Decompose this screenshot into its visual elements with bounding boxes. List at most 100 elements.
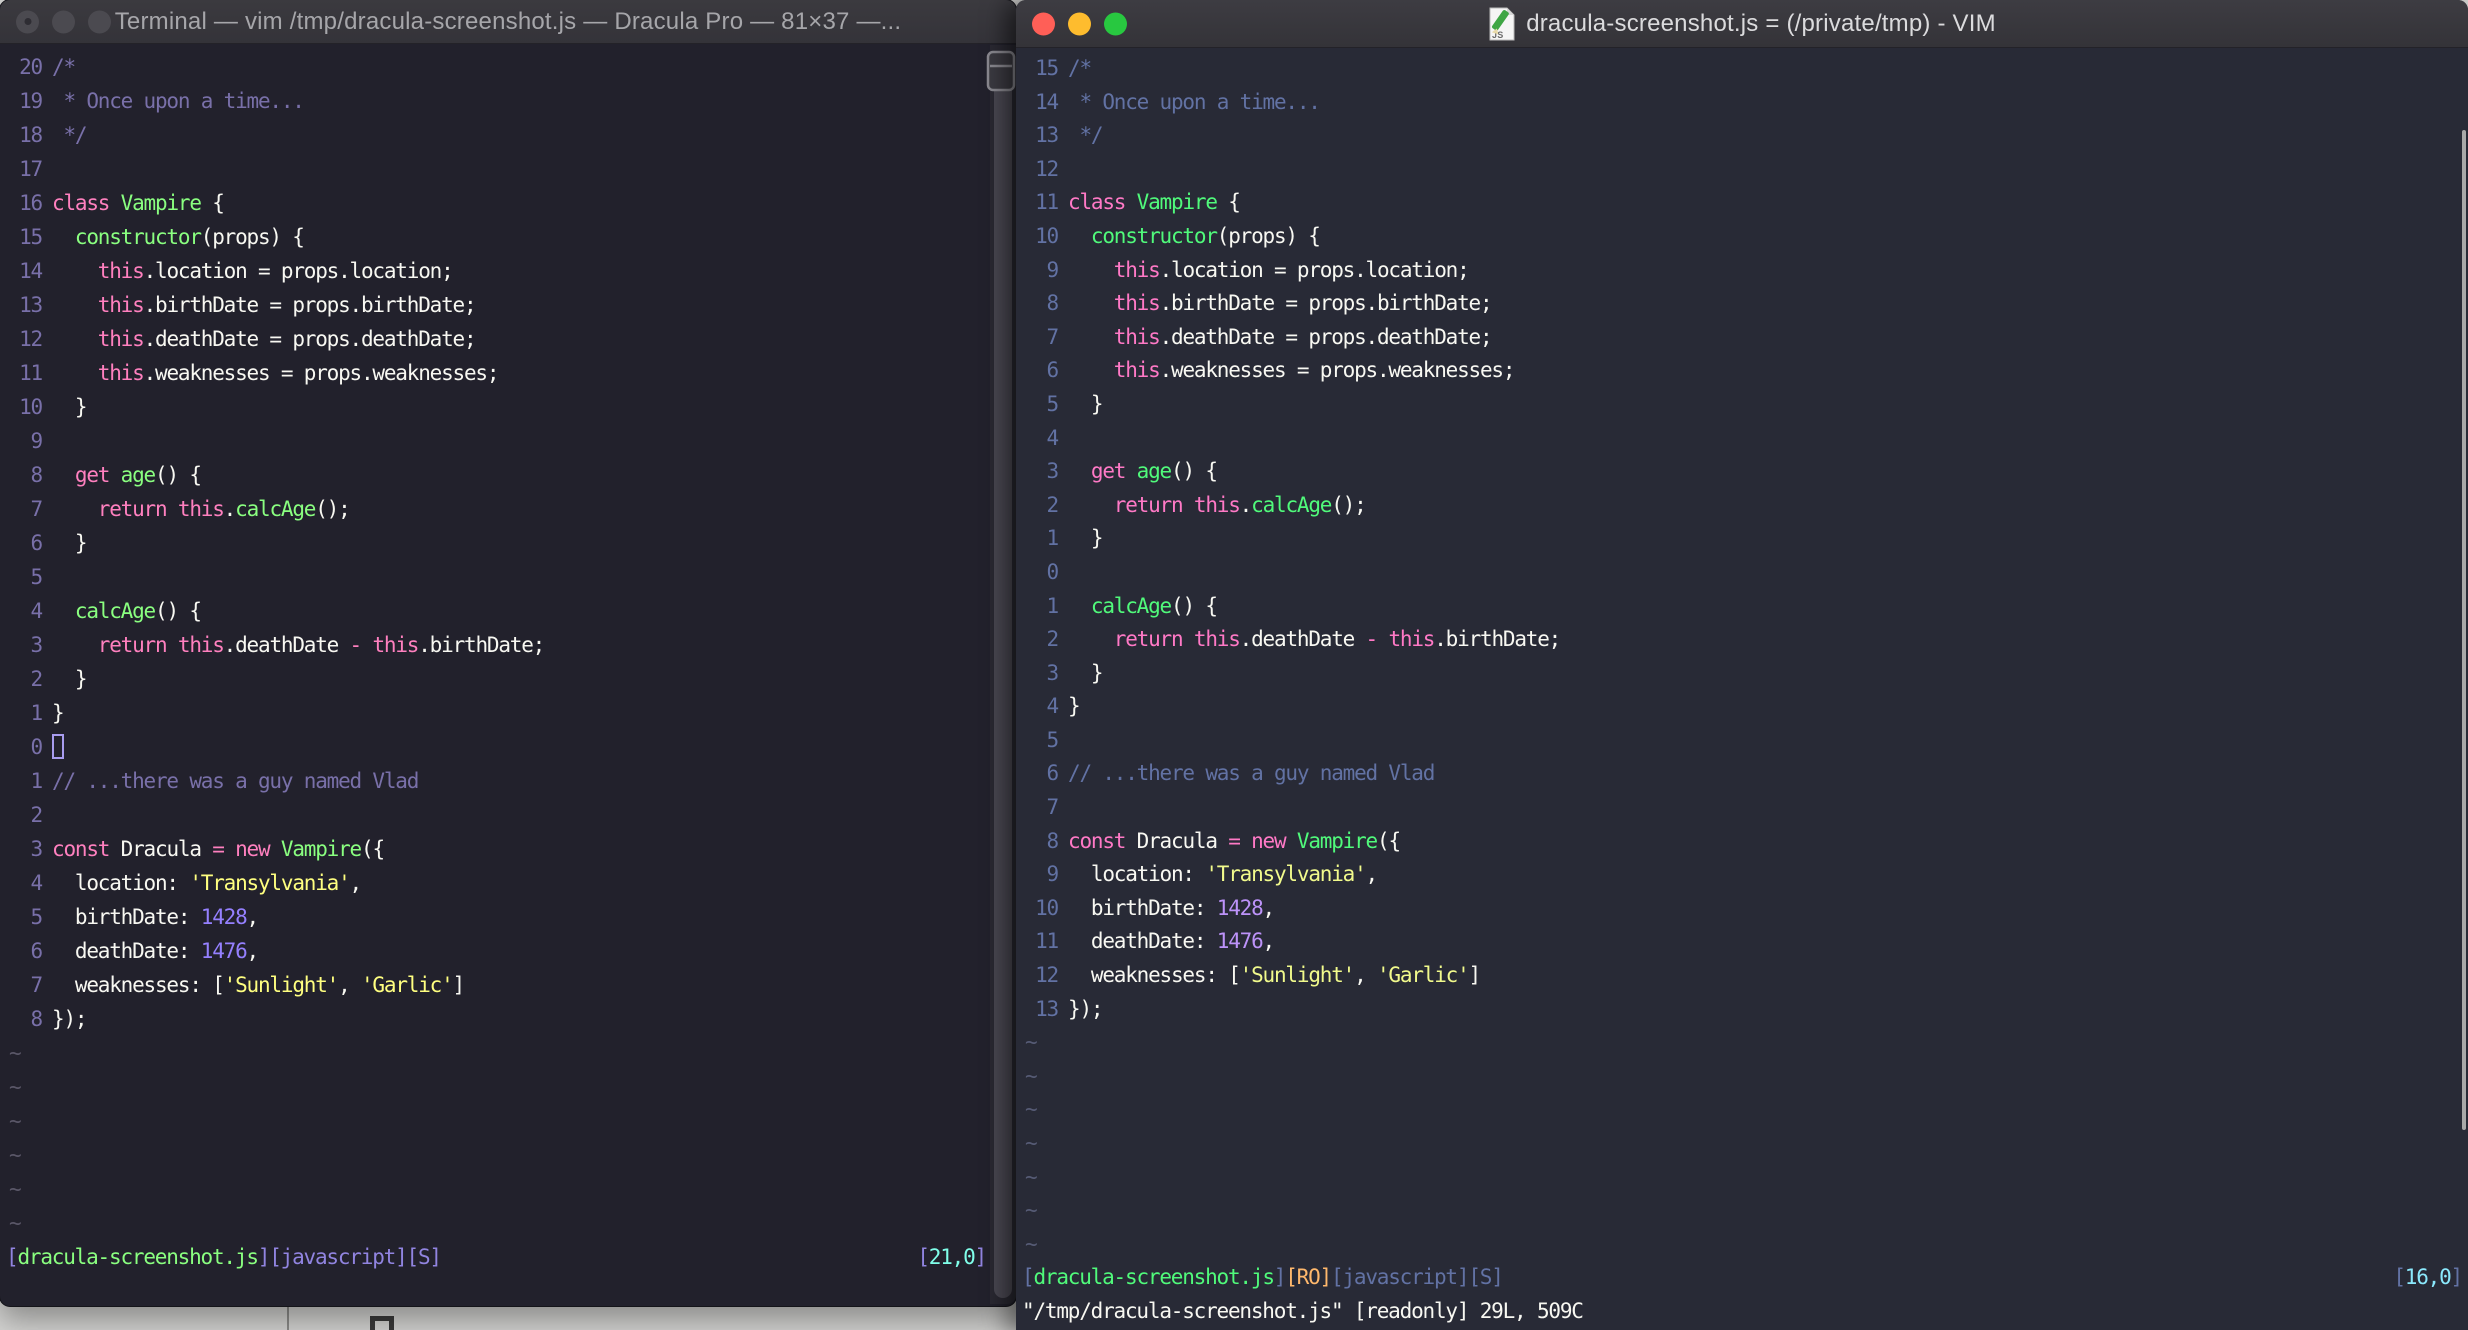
- code-token: Vampire: [120, 191, 213, 215]
- code-line: 15 constructor(props) {: [0, 220, 1016, 254]
- code-token: .birthDate;: [1434, 627, 1561, 652]
- zoom-button[interactable]: [88, 10, 111, 33]
- code-line: 14 this.location = props.location;: [0, 254, 1016, 288]
- code-line: 9 this.location = props.location;: [1016, 254, 2468, 288]
- split-pane-icon[interactable]: [986, 48, 1016, 94]
- code-token: .birthDate = props.birthDate;: [143, 293, 477, 317]
- code-token: weaknesses: [: [52, 973, 225, 997]
- vim-buffer-left[interactable]: 20/* 19 * Once upon a time... 18 */17 16 cla…: [0, 44, 1016, 1306]
- code-token: location:: [52, 871, 190, 895]
- code-token: location:: [1068, 862, 1206, 887]
- code-token: }: [1068, 526, 1104, 551]
- code-line: 12 weaknesses: ['Sunlight', 'Garlic']: [1016, 959, 2468, 993]
- statusline-cursor-position: [16,0]: [2393, 1261, 2463, 1295]
- code-token: ]: [452, 973, 466, 997]
- traffic-light-buttons: [16, 10, 111, 33]
- line-number: 6: [1046, 761, 1060, 786]
- code-token: .: [223, 497, 237, 521]
- line-number: 1: [30, 701, 44, 725]
- code-token: this: [1193, 492, 1241, 517]
- line-number: 9: [30, 429, 44, 453]
- code-token: return: [97, 633, 178, 657]
- line-number: 6: [1046, 358, 1060, 383]
- code-token: Dracula: [120, 837, 213, 861]
- code-token: 1428: [1216, 895, 1264, 920]
- code-token: weaknesses: [: [1068, 963, 1241, 988]
- code-token: class: [1068, 190, 1137, 215]
- macvim-titlebar[interactable]: JS dracula-screenshot.js = (/private/tmp…: [1016, 0, 2468, 48]
- line-number: 2: [30, 803, 44, 827]
- code-token: }: [1068, 391, 1104, 416]
- code-token: .birthDate = props.birthDate;: [1159, 291, 1493, 316]
- code-token: dracula-screenshot.js: [17, 1245, 259, 1269]
- code-token: * Once upon a time...: [52, 89, 305, 113]
- code-line: 7: [1016, 791, 2468, 825]
- code-token: this: [97, 361, 145, 385]
- code-token: ();: [1331, 492, 1367, 517]
- line-number: 15: [19, 225, 43, 249]
- code-line: 10 birthDate: 1428,: [1016, 892, 2468, 926]
- code-token: (props) {: [200, 225, 305, 249]
- code-token: get: [1090, 459, 1137, 484]
- code-token: ({: [361, 837, 385, 861]
- code-token: const: [1068, 828, 1137, 853]
- code-line: 12 this.deathDate = props.deathDate;: [0, 322, 1016, 356]
- close-button[interactable]: [16, 10, 39, 33]
- tilde-line: ~: [1025, 1131, 1038, 1155]
- traffic-light-buttons: [1032, 12, 1127, 35]
- line-number: 5: [30, 905, 44, 929]
- terminal-scrollbar-thumb[interactable]: [994, 60, 1012, 1298]
- line-number: 13: [1035, 123, 1059, 148]
- code-line: 17: [0, 152, 1016, 186]
- code-line: 19 * Once upon a time...: [0, 84, 1016, 118]
- code-token: 'Sunlight': [223, 973, 340, 997]
- code-token: 'Transylvania': [189, 871, 350, 895]
- zoom-button[interactable]: [1104, 12, 1127, 35]
- code-line: 3 const Dracula = new Vampire({: [0, 832, 1016, 866]
- code-token: calcAge: [235, 497, 316, 521]
- code-token: deathDate:: [52, 939, 201, 963]
- window-title: Terminal — vim /tmp/dracula-screenshot.j…: [114, 7, 902, 35]
- code-line: 20 /*: [0, 50, 1016, 84]
- code-token: .deathDate: [1239, 627, 1366, 652]
- code-token: /*: [1068, 56, 1092, 80]
- code-token: ]: [1468, 963, 1482, 988]
- line-number: 0: [1046, 559, 1060, 584]
- code-token: age: [1136, 459, 1173, 484]
- background-window-text-fragment: [370, 1316, 394, 1330]
- line-number: 0: [30, 735, 44, 759]
- line-number: 14: [1035, 89, 1059, 114]
- line-number: 7: [1046, 324, 1060, 349]
- code-token: .deathDate = props.deathDate;: [143, 327, 477, 351]
- line-number: 10: [1035, 223, 1059, 248]
- code-token: get: [74, 463, 121, 487]
- code-line: 2 }: [0, 662, 1016, 696]
- macvim-scrollbar[interactable]: [2462, 130, 2466, 1130]
- code-token: .birthDate;: [418, 633, 545, 657]
- code-token: () {: [155, 463, 202, 487]
- terminal-titlebar[interactable]: Terminal — vim /tmp/dracula-screenshot.j…: [0, 0, 1016, 44]
- code-line: 6 deathDate: 1476,: [0, 934, 1016, 968]
- code-line: 4 location: 'Transylvania',: [0, 866, 1016, 900]
- line-number: 8: [30, 1007, 44, 1031]
- vim-buffer-right[interactable]: 15/* 14 * Once upon a time... 13 */12 11 cla…: [1016, 48, 2468, 1330]
- code-line: 9: [0, 424, 1016, 458]
- minimize-button[interactable]: [1068, 12, 1091, 35]
- line-number: 3: [30, 633, 44, 657]
- minimize-button[interactable]: [52, 10, 75, 33]
- tilde-line: ~: [1025, 1198, 1038, 1223]
- statusline-file-info: [dracula-screenshot.js][javascript][S]: [6, 1240, 442, 1274]
- close-button[interactable]: [1032, 12, 1055, 35]
- code-token: .weaknesses = props.weaknesses;: [1159, 358, 1516, 383]
- code-token: .: [1239, 492, 1253, 517]
- code-line: 4 calcAge() {: [0, 594, 1016, 628]
- line-number: 11: [1035, 929, 1059, 954]
